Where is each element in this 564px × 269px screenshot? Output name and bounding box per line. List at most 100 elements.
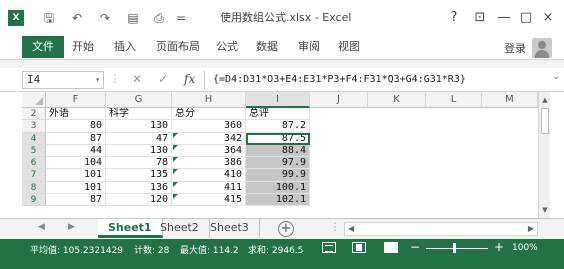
tab-formulas[interactable]: 公式 [210, 37, 244, 57]
column-header-m[interactable]: M [482, 92, 538, 108]
zoom-level[interactable]: 100% [512, 243, 538, 253]
cell-f3[interactable]: 80 [46, 120, 106, 133]
status-count[interactable]: 计数: 28 [134, 243, 169, 256]
tab-insert[interactable]: 插入 [108, 37, 142, 57]
normal-view-icon[interactable] [322, 242, 336, 253]
formula-bar-separator-icon[interactable]: ⋮ [110, 74, 120, 85]
column-header-f[interactable]: F [46, 92, 106, 108]
save-icon[interactable]: 🖫 [40, 10, 58, 26]
cell-h5[interactable]: 364 [172, 144, 246, 157]
column-header-k[interactable]: K [368, 92, 426, 108]
print-preview-icon[interactable]: ⎙ [150, 10, 168, 26]
cell-f8[interactable]: 101 [46, 181, 106, 194]
cell-g2[interactable]: 科学 [106, 108, 172, 121]
vertical-scrollbar[interactable]: ▲ ▼ [538, 92, 550, 218]
error-indicator-icon[interactable] [173, 157, 178, 162]
cell-g4[interactable]: 47 [106, 132, 172, 145]
sign-in-link[interactable]: 登录 [504, 40, 526, 56]
cell-g3[interactable]: 130 [106, 120, 172, 133]
vertical-scroll-thumb[interactable] [541, 108, 549, 134]
scroll-right-icon[interactable]: ▶ [528, 223, 534, 235]
cell-g6[interactable]: 78 [106, 157, 172, 170]
cell-i6[interactable]: 97.9 [246, 157, 310, 170]
error-indicator-icon[interactable] [173, 182, 178, 187]
page-layout-view-icon[interactable] [352, 242, 366, 253]
column-header-i[interactable]: I [246, 92, 310, 108]
select-all-corner[interactable] [22, 92, 46, 108]
worksheet-grid[interactable]: F G H I J K L M 2 外语 科学 总分 总评 3 80 130 3… [0, 92, 564, 218]
cell-f9[interactable]: 87 [46, 193, 106, 206]
cancel-icon[interactable]: ✕ [132, 72, 142, 86]
name-box[interactable]: I4 ▾ [22, 71, 104, 89]
column-header-l[interactable]: L [426, 92, 482, 108]
column-header-g[interactable]: G [106, 92, 172, 108]
insert-function-icon[interactable]: fx [184, 72, 195, 86]
ribbon-display-options-button[interactable]: ⊡ [470, 9, 490, 27]
tab-file[interactable]: 文件 [22, 36, 64, 58]
row-header[interactable]: 2 [22, 108, 46, 121]
cell-h3[interactable]: 360 [172, 120, 246, 133]
undo-icon[interactable]: ↶ [68, 10, 86, 26]
cell-f4[interactable]: 87 [46, 132, 106, 145]
tab-splitter-icon[interactable]: ⋮ [330, 222, 340, 233]
enter-icon[interactable]: ✓ [158, 72, 168, 86]
customize-toolbar-icon[interactable]: = [172, 10, 190, 26]
cell-f7[interactable]: 101 [46, 169, 106, 182]
zoom-slider-track[interactable] [426, 248, 488, 249]
formula-input[interactable]: {=D4:D31*O3+E4:E31*P3+F4:F31*Q3+G4:G31*R… [204, 71, 550, 89]
open-folder-icon[interactable]: ▤ [124, 10, 142, 26]
tab-page-layout[interactable]: 页面布局 [150, 37, 206, 57]
status-average[interactable]: 平均值: 105.2321429 [30, 243, 123, 256]
cell-i7[interactable]: 99.9 [246, 169, 310, 182]
tab-review[interactable]: 审阅 [292, 37, 326, 57]
row-header[interactable]: 4 [22, 132, 46, 145]
minimize-button[interactable]: — [494, 9, 514, 27]
cell-g9[interactable]: 120 [106, 193, 172, 206]
cell-f2[interactable]: 外语 [46, 108, 106, 121]
sheet-nav-next-icon[interactable]: ▶ [68, 222, 75, 232]
expand-formula-bar-icon[interactable]: ⌄ [552, 72, 560, 82]
horizontal-scrollbar[interactable]: ◀ ▶ [344, 222, 538, 236]
chevron-down-icon[interactable]: ▾ [95, 72, 100, 88]
row-header[interactable]: 6 [22, 157, 46, 170]
page-break-preview-icon[interactable] [384, 242, 398, 253]
cell-g5[interactable]: 130 [106, 144, 172, 157]
column-header-h[interactable]: H [172, 92, 246, 108]
tab-view[interactable]: 视图 [332, 37, 366, 57]
cell-h6[interactable]: 386 [172, 157, 246, 170]
cell-i4-active[interactable]: 87.5 [246, 132, 310, 145]
sheet-tab-sheet3[interactable]: Sheet3 [200, 219, 260, 238]
tab-data[interactable]: 数据 [250, 37, 284, 57]
cell-h7[interactable]: 410 [172, 169, 246, 182]
zoom-out-button[interactable]: − [410, 240, 420, 254]
close-button[interactable]: × [538, 9, 558, 27]
zoom-slider-thumb[interactable] [453, 243, 456, 253]
cell-g7[interactable]: 135 [106, 169, 172, 182]
sheet-nav-prev-icon[interactable]: ◀ [38, 222, 45, 232]
tab-home[interactable]: 开始 [66, 37, 100, 57]
help-button[interactable]: ? [444, 9, 464, 27]
cell-h2[interactable]: 总分 [172, 108, 246, 121]
status-sum[interactable]: 求和: 2946.5 [248, 243, 303, 256]
cell-i9[interactable]: 102.1 [246, 193, 310, 206]
user-avatar-icon[interactable] [532, 38, 552, 58]
scroll-up-icon[interactable]: ▲ [539, 94, 551, 106]
row-header[interactable]: 5 [22, 144, 46, 157]
scroll-down-icon[interactable]: ▼ [539, 204, 551, 216]
cell-g8[interactable]: 136 [106, 181, 172, 194]
cell-h9[interactable]: 415 [172, 193, 246, 206]
error-indicator-icon[interactable] [173, 133, 178, 138]
cell-i5[interactable]: 88.4 [246, 144, 310, 157]
cell-i2[interactable]: 总评 [246, 108, 310, 121]
error-indicator-icon[interactable] [173, 194, 178, 199]
cell-h8[interactable]: 411 [172, 181, 246, 194]
scroll-left-icon[interactable]: ◀ [348, 223, 354, 235]
error-indicator-icon[interactable] [173, 169, 178, 174]
row-header[interactable]: 7 [22, 169, 46, 182]
error-indicator-icon[interactable] [173, 145, 178, 150]
row-header[interactable]: 8 [22, 181, 46, 194]
cell-i8[interactable]: 100.1 [246, 181, 310, 194]
cell-f6[interactable]: 104 [46, 157, 106, 170]
status-max[interactable]: 最大值: 114.2 [180, 243, 239, 256]
cell-f5[interactable]: 44 [46, 144, 106, 157]
